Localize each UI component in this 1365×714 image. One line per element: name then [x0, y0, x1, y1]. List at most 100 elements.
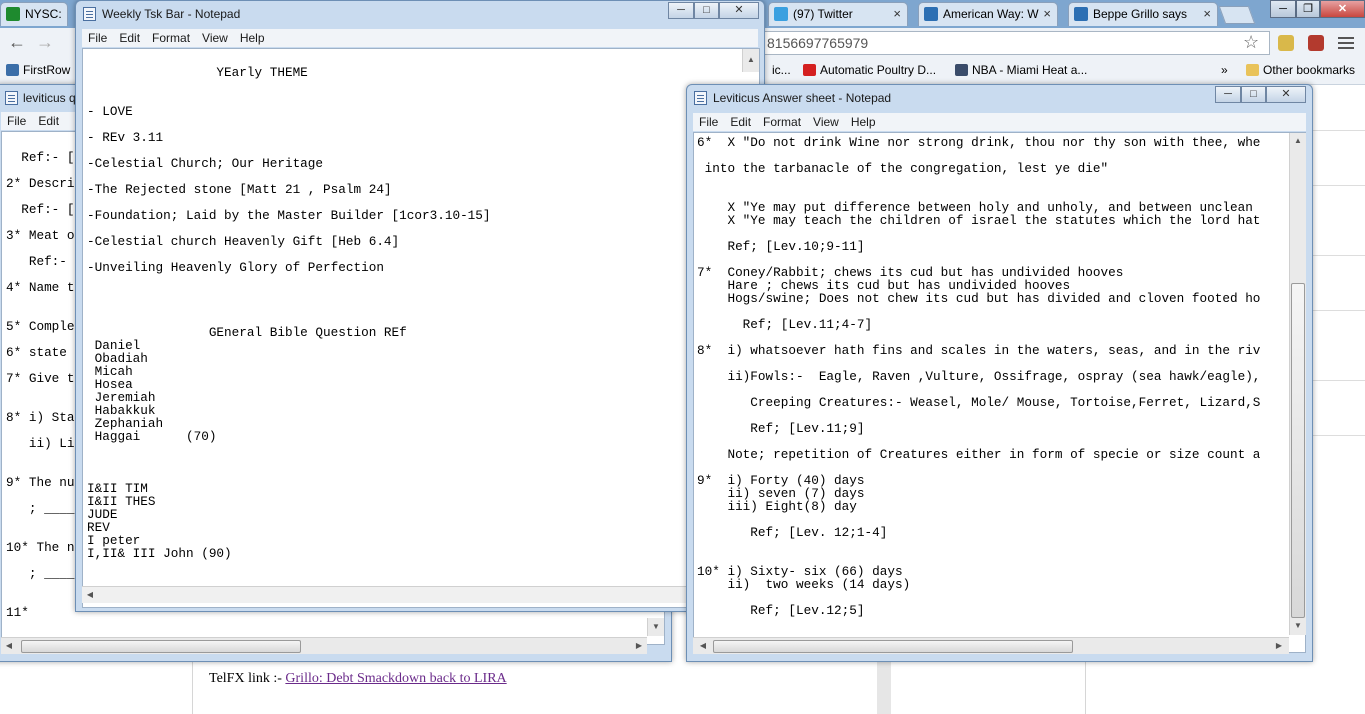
bookmark-nba-miami-heat[interactable]: NBA - Miami Heat a...: [955, 62, 1087, 78]
text-line: [6, 385, 75, 398]
text-line: [87, 287, 491, 300]
bookmark-item[interactable]: ic...: [772, 62, 791, 78]
browser-maximize-icon[interactable]: ❐: [1296, 0, 1320, 18]
close-icon[interactable]: ✕: [719, 2, 759, 19]
star-icon[interactable]: ☆: [1243, 32, 1259, 53]
forward-arrow-icon[interactable]: →: [36, 32, 54, 53]
text-line: [6, 294, 75, 307]
text-line: Micah: [87, 364, 133, 379]
bookmark-firstrow[interactable]: FirstRow: [6, 62, 70, 78]
scroll-up-icon[interactable]: ▲: [1290, 136, 1306, 145]
text-line: Creeping Creatures:- Weasel, Mole/ Mouse…: [697, 395, 1261, 410]
close-icon[interactable]: ✕: [1266, 86, 1306, 103]
text-line: [87, 300, 491, 313]
text-area[interactable]: YEarly THEME - LOVE - REv 3.11 -Celestia…: [82, 48, 760, 608]
browser-tab[interactable]: American Way: W ×: [918, 2, 1058, 26]
text-content: YEarly THEME - LOVE - REv 3.11 -Celestia…: [87, 66, 491, 560]
text-line: 7* Give t: [6, 371, 75, 386]
text-line: [87, 79, 491, 92]
horizontal-scrollbar[interactable]: ◀ ▶: [693, 637, 1289, 654]
menu-file[interactable]: File: [82, 29, 113, 47]
window-title: Weekly Tsk Bar - Notepad: [102, 7, 241, 21]
minimize-icon[interactable]: ─: [1215, 86, 1241, 103]
bookmarks-overflow-button[interactable]: »: [1221, 62, 1228, 78]
address-bar[interactable]: 8156697765979: [760, 31, 1270, 55]
vertical-scrollbar[interactable]: ▲ ▼: [1289, 133, 1306, 635]
scroll-thumb[interactable]: [1291, 283, 1305, 618]
minimize-icon[interactable]: ─: [668, 2, 694, 19]
other-bookmarks-button[interactable]: Other bookmarks: [1246, 62, 1355, 78]
menu-help[interactable]: Help: [845, 113, 882, 131]
maximize-icon[interactable]: □: [1241, 86, 1266, 103]
scroll-down-icon[interactable]: ▼: [648, 622, 664, 631]
scroll-down-icon[interactable]: ▼: [1290, 621, 1306, 630]
folder-icon: [1246, 64, 1259, 76]
browser-tab[interactable]: NYSC:: [0, 2, 68, 26]
grillo-link[interactable]: Grillo: Debt Smackdown back to LIRA: [285, 671, 506, 686]
menu-edit[interactable]: Edit: [724, 113, 757, 131]
maximize-icon[interactable]: □: [694, 2, 719, 19]
text-line: ; ____: [6, 566, 75, 581]
wrench-icon[interactable]: [1338, 35, 1356, 51]
menu-edit[interactable]: Edit: [32, 112, 65, 130]
tab-close-icon[interactable]: ×: [1043, 3, 1051, 25]
tab-close-icon[interactable]: ×: [1203, 3, 1211, 25]
text-line: 4* Name t: [6, 280, 75, 295]
browser-close-icon[interactable]: ✕: [1320, 0, 1365, 18]
menu-format[interactable]: Format: [757, 113, 807, 131]
leviticus-answer-sheet-window[interactable]: Leviticus Answer sheet - Notepad ─ □ ✕ F…: [686, 84, 1313, 662]
text-line: [87, 456, 491, 469]
text-content: Ref:- [ 2* Descri Ref:- [ 3* Meat o Ref:…: [6, 138, 75, 619]
browser-tab[interactable]: (97) Twitter ×: [768, 2, 908, 26]
text-line: [6, 580, 75, 593]
tab-label: (97) Twitter: [793, 7, 853, 21]
text-line: Ref:-: [6, 254, 67, 269]
text-line: 6* state: [6, 345, 67, 360]
browser-tab[interactable]: Beppe Grillo says ×: [1068, 2, 1218, 26]
menu-file[interactable]: File: [1, 112, 32, 130]
text-line: YEarly THEME: [87, 65, 308, 80]
text-line: 11*: [6, 605, 29, 620]
new-tab-button[interactable]: [1218, 6, 1256, 24]
text-line: X "Ye may teach the children of israel t…: [697, 213, 1261, 228]
vertical-scrollbar[interactable]: ▼: [647, 618, 664, 636]
scroll-up-icon[interactable]: ▲: [743, 55, 759, 64]
tab-favicon-icon: [6, 7, 20, 21]
text-area[interactable]: 6* X "Do not drink Wine nor strong drink…: [693, 132, 1306, 653]
scroll-left-icon[interactable]: ◀: [82, 590, 98, 599]
text-line: ; ____: [6, 501, 75, 516]
weekly-task-bar-window[interactable]: Weekly Tsk Bar - Notepad ─ □ ✕ File Edit F…: [75, 0, 765, 612]
text-line: Obadiah: [87, 351, 148, 366]
menu-help[interactable]: Help: [234, 29, 271, 47]
scroll-thumb[interactable]: [713, 640, 1073, 653]
horizontal-scrollbar[interactable]: ◀ ▶: [1, 637, 647, 654]
text-line: -Celestial Church; Our Heritage: [87, 156, 324, 171]
scroll-right-icon[interactable]: ▶: [631, 641, 647, 650]
menu-file[interactable]: File: [693, 113, 724, 131]
back-arrow-icon[interactable]: ←: [8, 32, 26, 53]
tab-label: Beppe Grillo says: [1093, 7, 1188, 21]
bookmark-automatic-poultry[interactable]: Automatic Poultry D...: [803, 62, 936, 78]
text-line: -Foundation; Laid by the Master Builder …: [87, 208, 491, 223]
text-line: [87, 443, 491, 456]
text-line: -The Rejected stone [Matt 21 , Psalm 24]: [87, 182, 392, 197]
text-line: 6* X "Do not drink Wine nor strong drink…: [697, 135, 1261, 150]
text-line: Ref; [Lev. 12;1-4]: [697, 525, 888, 540]
menu-view[interactable]: View: [807, 113, 845, 131]
menu-edit[interactable]: Edit: [113, 29, 146, 47]
vertical-scrollbar[interactable]: ▲: [742, 49, 759, 72]
text-line: Ref; [Lev.12;5]: [697, 603, 865, 618]
extension-icon[interactable]: [1308, 35, 1324, 51]
tab-close-icon[interactable]: ×: [893, 3, 901, 25]
browser-minimize-icon[interactable]: ─: [1270, 0, 1296, 18]
scroll-left-icon[interactable]: ◀: [695, 641, 711, 650]
notepad-icon: [5, 91, 18, 105]
scroll-right-icon[interactable]: ▶: [1271, 641, 1287, 650]
scroll-thumb[interactable]: [21, 640, 301, 653]
horizontal-scrollbar[interactable]: ◀: [82, 586, 688, 603]
menu-view[interactable]: View: [196, 29, 234, 47]
notepad-icon: [694, 91, 707, 105]
scroll-left-icon[interactable]: ◀: [1, 641, 17, 650]
extension-icon[interactable]: [1278, 35, 1294, 51]
menu-format[interactable]: Format: [146, 29, 196, 47]
